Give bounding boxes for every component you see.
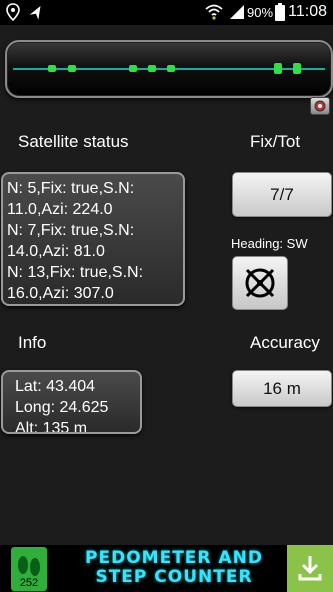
satellite-list-line: 14.0,Azi: 81.0 [7, 243, 105, 260]
satellite-list-line: N: 5,Fix: true,S.N: [7, 180, 135, 197]
info-panel[interactable]: Lat: 43.404 Long: 24.625 Alt: 135 m [1, 370, 142, 434]
settings-icon [311, 100, 329, 118]
settings-button[interactable] [310, 97, 330, 115]
satellite-signal-dot [68, 65, 77, 72]
heading-label: Heading: SW [231, 236, 308, 251]
signal-icon [228, 3, 246, 24]
ad-title-line1: PEDOMETER AND [85, 548, 263, 568]
satellite-list-panel[interactable]: N: 5,Fix: true,S.N: 11.0,Azi: 224.0 N: 7,F… [1, 172, 185, 306]
info-list-line: Long: 24.625 [15, 399, 109, 416]
satellite-signal-dot [292, 63, 301, 74]
status-bar: 90% 11:08 [0, 0, 333, 25]
info-list-line: Alt: 135 m [15, 420, 88, 434]
satellite-signal-dot [129, 65, 138, 72]
satellite-list-line: N: 7,Fix: true,S.N: [7, 222, 135, 239]
location-arrow-icon [29, 3, 45, 24]
ad-title[interactable]: PEDOMETER AND STEP COUNTER [60, 549, 288, 587]
ad-banner[interactable]: 252 PEDOMETER AND STEP COUNTER [0, 545, 333, 592]
accuracy-button[interactable]: 16 m [232, 370, 332, 407]
satellite-signal-dot [274, 63, 283, 74]
battery-percent: 90% [247, 5, 274, 20]
satellite-list-line: 16.0,Azi: 307.0 [7, 285, 114, 302]
status-clock: 11:08 [288, 3, 327, 20]
ad-title-line2: STEP COUNTER [95, 567, 253, 587]
satellite-list-line: N: 13,Fix: true,S.N: [7, 264, 144, 281]
gps-icon [5, 3, 21, 24]
satellite-signal-dot [48, 65, 56, 72]
satellite-list-line: 11.0,Azi: 224.0 [7, 201, 113, 218]
compass-icon [242, 264, 278, 307]
satellite-signal-dot [166, 65, 175, 72]
battery-icon [275, 3, 285, 24]
info-label: Info [18, 333, 47, 352]
download-icon [297, 554, 323, 587]
pedometer-app-icon[interactable]: 252 [11, 547, 47, 591]
info-list: Lat: 43.404 Long: 24.625 Alt: 135 m [3, 372, 140, 434]
satellite-list: N: 5,Fix: true,S.N: 11.0,Azi: 224.0 N: 7,F… [3, 174, 183, 304]
accuracy-value: 16 m [263, 379, 301, 398]
fix-tot-button[interactable]: 7/7 [232, 172, 332, 217]
compass-button[interactable] [232, 256, 288, 310]
fix-tot-value: 7/7 [270, 185, 294, 204]
fix-tot-label: Fix/Tot [250, 132, 301, 151]
info-list-line: Lat: 43.404 [15, 378, 96, 395]
satellite-signal-bar [5, 40, 333, 98]
satellite-signal-dot [147, 65, 156, 72]
accuracy-label: Accuracy [250, 333, 320, 352]
ad-thumb-number: 252 [19, 577, 39, 589]
satellite-status-label: Satellite status [18, 132, 129, 151]
ad-download-button[interactable] [287, 545, 333, 592]
wifi-icon [205, 3, 223, 24]
